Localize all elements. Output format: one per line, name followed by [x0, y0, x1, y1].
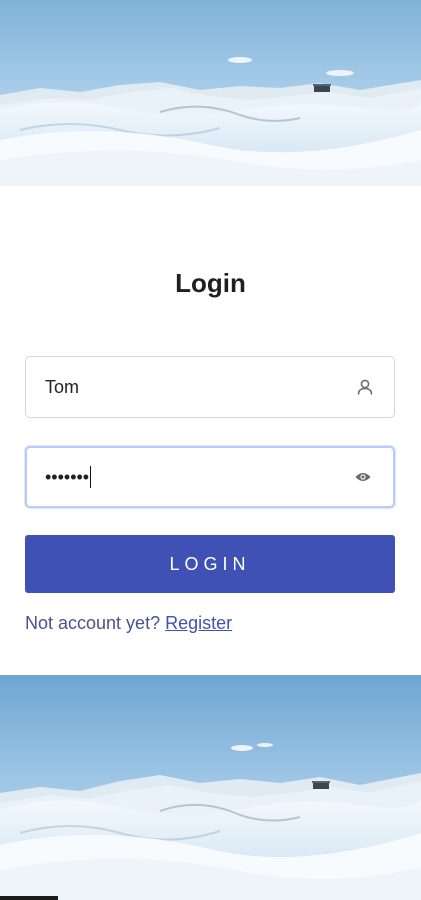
user-icon: [356, 378, 374, 396]
page-title: Login: [175, 268, 246, 298]
username-value: Tom: [45, 376, 80, 397]
register-prompt-text: Not account yet?: [25, 613, 161, 633]
hero-image-top: [0, 0, 421, 186]
username-field[interactable]: Tom: [25, 356, 395, 418]
eye-icon[interactable]: [355, 471, 371, 483]
password-value: •••••••: [45, 466, 90, 487]
register-prompt: Not account yet? Register: [25, 613, 232, 634]
hero-image-bottom: [0, 675, 421, 900]
text-caret: [90, 466, 92, 488]
register-link[interactable]: Register: [165, 613, 232, 633]
password-field[interactable]: •••••••: [25, 446, 395, 508]
scroll-indicator: [0, 896, 58, 900]
login-button[interactable]: LOGIN: [25, 535, 395, 593]
